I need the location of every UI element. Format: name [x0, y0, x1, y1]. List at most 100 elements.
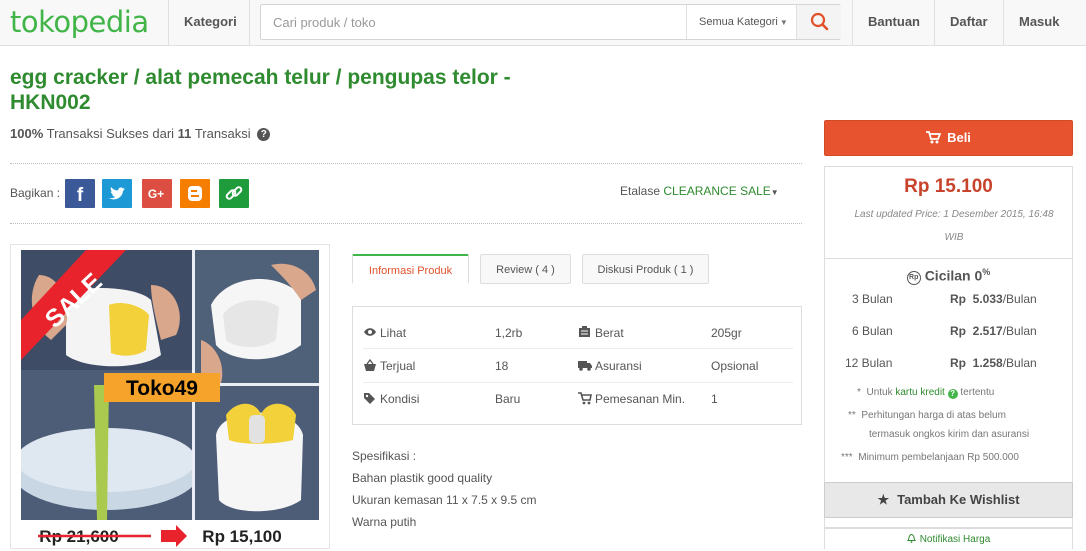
divider [10, 163, 802, 164]
facebook-share-button[interactable]: f [65, 179, 95, 208]
price-notification-label: Notifikasi Harga [919, 534, 991, 545]
product-image-frame[interactable]: SALE Toko49 Rp 21,600 Rp 15,100 [10, 244, 330, 549]
row-divider [363, 348, 793, 349]
lihat-label: Lihat [380, 326, 407, 340]
etalase-value: CLEARANCE SALE [663, 184, 771, 198]
search-button[interactable] [796, 5, 841, 39]
spec-line: Warna putih [352, 515, 417, 529]
cart-icon [926, 131, 942, 144]
asuransi-value: Opsional [711, 359, 759, 373]
installment-per: /Bulan [1002, 292, 1037, 306]
cart-icon [578, 392, 592, 405]
installment-term: 3 Bulan [852, 292, 893, 306]
nav-divider [934, 0, 935, 46]
svg-text:f: f [77, 185, 84, 206]
note-text: Untuk [866, 387, 893, 398]
installment-amount: Rp 2.517/Bulan [950, 324, 1037, 338]
weight-icon [579, 326, 590, 337]
price-notification-button[interactable]: Notifikasi Harga [824, 528, 1073, 549]
berat-value: 205gr [711, 326, 742, 340]
success-text: Transaksi Sukses dari [46, 126, 175, 141]
product-price: Rp 15.100 [904, 176, 993, 197]
buy-button[interactable]: Beli [824, 120, 1073, 156]
copy-link-button[interactable] [219, 179, 249, 208]
installment-term: 12 Bulan [845, 356, 893, 370]
kartu-kredit-link[interactable]: kartu kredit [895, 387, 944, 398]
success-pct: 100% [10, 126, 44, 141]
row-divider [363, 382, 793, 383]
masuk-link[interactable]: Masuk [1019, 0, 1059, 46]
new-price: Rp 15,100 [202, 527, 281, 546]
spec-heading: Spesifikasi : [352, 449, 417, 463]
blogger-share-button[interactable] [180, 179, 210, 208]
share-label: Bagikan : [10, 186, 61, 200]
pemesanan-value: 1 [711, 392, 718, 406]
wishlist-label: Tambah Ke Wishlist [897, 492, 1020, 507]
etalase-dropdown[interactable]: Etalase CLEARANCE SALE▼ [620, 184, 779, 198]
eye-icon [364, 328, 376, 336]
nav-divider [249, 0, 250, 46]
tokopedia-logo[interactable]: tokopedia [10, 5, 149, 39]
kategori-menu[interactable]: Kategori [184, 0, 237, 46]
asuransi-label: Asuransi [595, 359, 642, 373]
facebook-icon: f [77, 185, 84, 206]
installment-value: 1.258 [972, 356, 1003, 370]
cicilan-title-sup: % [982, 267, 991, 277]
installment-currency: Rp [950, 356, 966, 370]
note-minimum: *** Minimum pembelanjaan Rp 500.000 [841, 448, 1019, 467]
tag-icon [364, 393, 375, 404]
note-marker: ** [848, 410, 856, 421]
installment-currency: Rp [950, 324, 966, 338]
note-shipping: ** Perhitungan harga di atas belum [848, 406, 1006, 425]
note-marker: * [857, 387, 861, 398]
basket-icon [364, 359, 376, 371]
product-image: SALE Toko49 Rp 21,600 Rp 15,100 [11, 250, 329, 548]
nav-divider [852, 0, 853, 46]
installment-term: 6 Bulan [852, 324, 893, 338]
price-updated-line1: Last updated Price: 1 Desember 2015, 16:… [854, 209, 1054, 220]
nav-divider [1003, 0, 1004, 46]
search-input[interactable] [261, 5, 685, 39]
search-category-label: Semua Kategori [699, 16, 778, 28]
installment-currency: Rp [950, 292, 966, 306]
installment-value: 2.517 [972, 324, 1003, 338]
tab-informasi-produk[interactable]: Informasi Produk [352, 254, 469, 284]
rupiah-icon: Rp [906, 270, 921, 285]
wishlist-button[interactable]: ★ Tambah Ke Wishlist [824, 482, 1073, 518]
pemesanan-label: Pemesanan Min. [595, 392, 686, 406]
star-icon: ★ [877, 492, 890, 507]
kondisi-value: Baru [495, 392, 521, 406]
nav-divider [168, 0, 169, 46]
note-text: Minimum pembelanjaan Rp 500.000 [858, 452, 1019, 463]
product-info-table: Lihat 1,2rb Berat 205gr Terjual 18 Asura… [352, 306, 802, 425]
caret-down-icon: ▼ [770, 188, 779, 197]
berat-label: Berat [595, 326, 624, 340]
daftar-link[interactable]: Daftar [950, 0, 988, 46]
divider [10, 223, 802, 224]
terjual-value: 18 [495, 359, 509, 373]
bantuan-link[interactable]: Bantuan [868, 0, 920, 46]
product-title: egg cracker / alat pemecah telur / pengu… [10, 65, 610, 115]
kondisi-label: Kondisi [380, 392, 420, 406]
tab-review[interactable]: Review ( 4 ) [480, 254, 571, 284]
product-title-line1: egg cracker / alat pemecah telur / pengu… [10, 66, 511, 89]
installment-per: /Bulan [1002, 324, 1037, 338]
question-icon[interactable]: ? [257, 128, 271, 141]
googleplus-icon: G+ [148, 187, 164, 201]
twitter-share-button[interactable] [102, 179, 132, 208]
note-credit-card: * Untuk kartu kredit ? tertentu [857, 383, 994, 402]
installment-per: /Bulan [1002, 356, 1037, 370]
googleplus-share-button[interactable]: G+ [142, 179, 172, 208]
note-text: tertentu [960, 387, 995, 398]
caret-down-icon: ▼ [779, 18, 788, 27]
transaction-success: 100% Transaksi Sukses dari 11 Transaksi … [10, 126, 271, 141]
terjual-label: Terjual [380, 359, 416, 373]
search-category-select[interactable]: Semua Kategori ▼ [686, 5, 796, 39]
lihat-value: 1,2rb [495, 326, 523, 340]
help-icon[interactable]: ? [947, 389, 958, 399]
cicilan-title-text: Cicilan 0 [924, 267, 983, 284]
tab-diskusi-produk[interactable]: Diskusi Produk ( 1 ) [582, 254, 709, 284]
buy-label: Beli [947, 130, 971, 145]
product-title-line2: HKN002 [10, 91, 91, 114]
twitter-icon [109, 187, 125, 200]
